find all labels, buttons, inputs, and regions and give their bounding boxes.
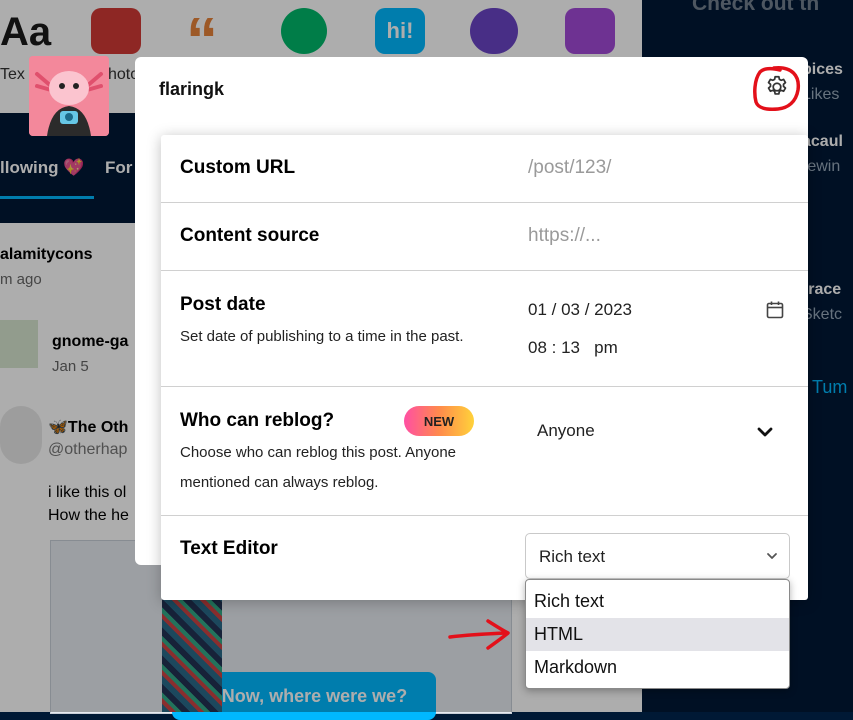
text-editor-select[interactable]: Rich text	[525, 533, 790, 579]
select-chevron-icon	[767, 553, 777, 559]
new-badge: NEW	[404, 406, 474, 436]
custom-url-title: Custom URL	[180, 157, 296, 178]
text-editor-title: Text Editor	[180, 538, 278, 559]
blog-avatar[interactable]	[29, 56, 109, 136]
who-can-reblog-description-2: mentioned can always reblog.	[180, 474, 379, 491]
arrow-annotation	[448, 619, 510, 650]
who-can-reblog-title: Who can reblog?	[180, 410, 335, 431]
content-source-title: Content source	[180, 225, 320, 246]
highlight-circle-annotation	[753, 66, 801, 111]
who-can-reblog-description-1: Choose who can reblog this post. Anyone	[180, 444, 457, 461]
post-settings-panel: Custom URL /post/123/ Content source htt…	[161, 135, 808, 600]
content-source-row: Content source https://...	[161, 203, 808, 271]
option-rich-text[interactable]: Rich text	[526, 585, 789, 618]
post-date-title: Post date	[180, 294, 266, 315]
text-editor-selected-value: Rich text	[539, 547, 606, 566]
post-date-row: Post date Set date of publishing to a ti…	[161, 271, 808, 387]
axolotl-avatar-icon	[29, 56, 109, 136]
blog-name[interactable]: flaringk	[159, 79, 224, 100]
custom-url-row: Custom URL /post/123/	[161, 135, 808, 203]
who-can-reblog-select[interactable]: Anyone	[537, 421, 595, 441]
option-markdown[interactable]: Markdown	[526, 651, 789, 684]
calendar-icon[interactable]	[765, 300, 785, 320]
post-time-input[interactable]: 08 : 13 pm	[528, 338, 618, 358]
text-editor-options: Rich text HTML Markdown	[525, 579, 790, 689]
chevron-down-icon[interactable]	[755, 422, 775, 442]
custom-url-input[interactable]: /post/123/	[528, 157, 611, 179]
post-date-description: Set date of publishing to a time in the …	[180, 328, 464, 345]
option-html[interactable]: HTML	[526, 618, 789, 651]
who-can-reblog-row: Who can reblog? Choose who can reblog th…	[161, 387, 808, 516]
content-source-input[interactable]: https://...	[528, 225, 601, 247]
post-date-input[interactable]: 01 / 03 / 2023	[528, 300, 632, 320]
